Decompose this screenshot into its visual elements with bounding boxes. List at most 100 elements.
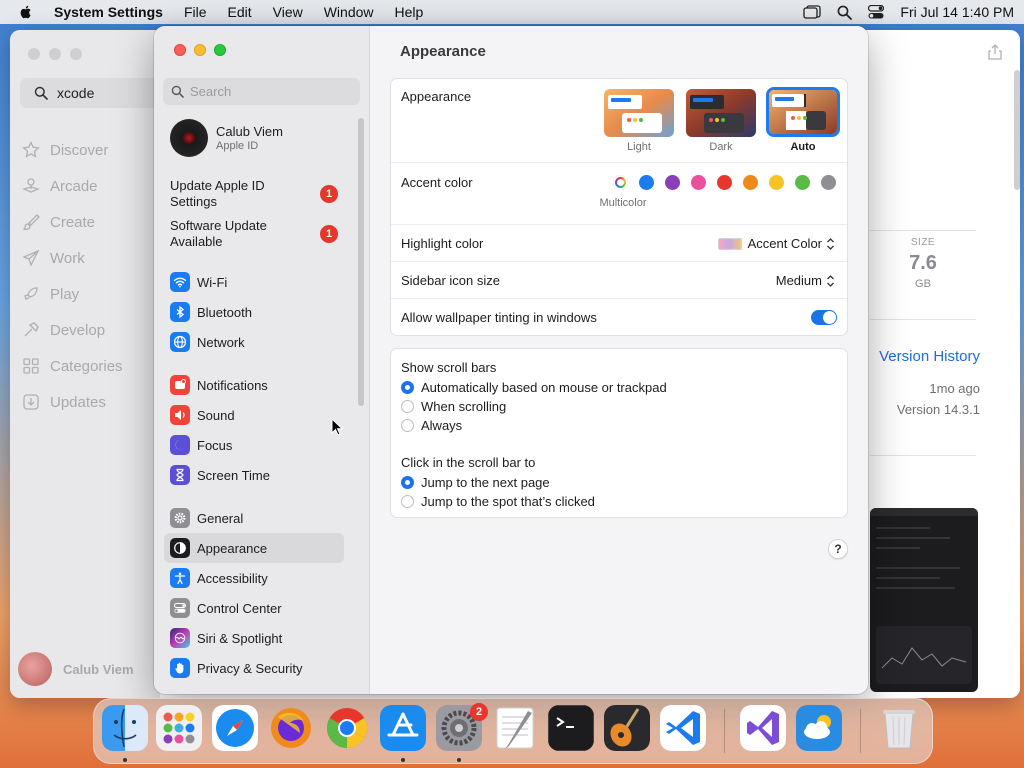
search-icon — [171, 85, 184, 98]
radio-unselected — [401, 400, 414, 413]
terminal-icon[interactable] — [548, 705, 594, 751]
app-store-nav-discover[interactable]: Discover — [22, 132, 123, 168]
sidebar-item-appearance[interactable]: Appearance — [164, 533, 344, 563]
sidebar-item-control-center[interactable]: Control Center — [164, 593, 344, 623]
safari-icon[interactable] — [212, 705, 258, 751]
notification-badge: 2 — [470, 703, 488, 721]
search-icon — [34, 86, 48, 100]
app-store-close-button[interactable] — [28, 48, 40, 60]
sidebar-icon-size-popup[interactable]: Medium — [776, 273, 835, 288]
sidebar-item-network[interactable]: Network — [164, 327, 344, 357]
sidebar-item-screen-time[interactable]: Screen Time — [164, 460, 344, 490]
app-store-nav-work[interactable]: Work — [22, 240, 123, 276]
sidebar-item-sound[interactable]: Sound — [164, 400, 344, 430]
appearance-light-label: Light — [627, 141, 651, 153]
accent-color-swatch[interactable] — [821, 175, 836, 190]
zoom-button[interactable] — [214, 44, 226, 56]
appearance-auto-thumbnail[interactable] — [766, 87, 840, 137]
finder-icon[interactable] — [102, 705, 148, 751]
update-apple-id-settings[interactable]: Update Apple ID Settings 1 — [170, 178, 340, 210]
close-button[interactable] — [174, 44, 186, 56]
app-store-zoom-button[interactable] — [70, 48, 82, 60]
app-store-nav-create[interactable]: Create — [22, 204, 123, 240]
accent-color-multicolor[interactable] — [613, 175, 628, 190]
app-store-nav-categories[interactable]: Categories — [22, 348, 123, 384]
menu-window[interactable]: Window — [324, 4, 374, 20]
firefox-icon[interactable] — [268, 705, 314, 751]
sidebar-group-notifications: Notifications Sound Focus Screen Time — [164, 370, 344, 490]
accent-color-swatch[interactable] — [743, 175, 758, 190]
appearance-dark-thumbnail[interactable] — [686, 89, 756, 137]
sidebar-item-siri-spotlight[interactable]: Siri & Spotlight — [164, 623, 344, 653]
scrollbar-option-when-scrolling[interactable]: When scrolling — [401, 399, 506, 414]
accent-color-swatch[interactable] — [691, 175, 706, 190]
sidebar-item-accessibility[interactable]: Accessibility — [164, 563, 344, 593]
sidebar-item-wifi[interactable]: Wi-Fi — [164, 267, 344, 297]
accent-color-swatch[interactable] — [639, 175, 654, 190]
accent-color-swatch[interactable] — [717, 175, 732, 190]
control-center-icon[interactable] — [868, 5, 885, 19]
garageband-icon[interactable] — [604, 705, 650, 751]
menu-app-name[interactable]: System Settings — [54, 4, 163, 20]
hourglass-icon — [170, 465, 190, 485]
speaker-icon — [170, 405, 190, 425]
trash-icon[interactable] — [876, 705, 922, 751]
menu-help[interactable]: Help — [395, 4, 424, 20]
settings-search-input[interactable]: Search — [163, 78, 360, 105]
wallpaper-tinting-toggle[interactable] — [811, 310, 837, 325]
sidebar-item-bluetooth[interactable]: Bluetooth — [164, 297, 344, 327]
accent-color-swatch[interactable] — [769, 175, 784, 190]
sidebar-item-general[interactable]: General — [164, 503, 344, 533]
highlight-color-popup[interactable]: Accent Color — [717, 236, 835, 251]
scrollbar-option-always[interactable]: Always — [401, 418, 462, 433]
app-store-search-field[interactable]: xcode — [20, 78, 170, 108]
weather-icon[interactable] — [796, 705, 842, 751]
menu-file[interactable]: File — [184, 4, 207, 20]
click-scroll-bar-label: Click in the scroll bar to — [401, 455, 536, 470]
app-store-scrollbar[interactable] — [1014, 70, 1020, 190]
app-store-nav-updates[interactable]: Updates — [22, 384, 123, 420]
accent-color-swatch[interactable] — [665, 175, 680, 190]
version-history-link[interactable]: Version History — [870, 348, 980, 365]
sidebar-item-focus[interactable]: Focus — [164, 430, 344, 460]
app-screenshot[interactable] — [870, 508, 978, 692]
dock: 2 — [93, 698, 933, 764]
menu-bar: System Settings File Edit View Window He… — [0, 0, 1024, 24]
avatar — [18, 652, 52, 686]
menu-clock[interactable]: Fri Jul 14 1:40 PM — [900, 4, 1014, 20]
menu-edit[interactable]: Edit — [228, 4, 252, 20]
sidebar-item-notifications[interactable]: Notifications — [164, 370, 344, 400]
sidebar-item-privacy-security[interactable]: Privacy & Security — [164, 653, 344, 683]
accent-color-swatch[interactable] — [795, 175, 810, 190]
click-option-spot-clicked[interactable]: Jump to the spot that’s clicked — [401, 494, 595, 509]
app-store-account[interactable]: Calub Viem — [18, 652, 134, 686]
page-title: Appearance — [400, 43, 486, 60]
textedit-icon[interactable] — [492, 705, 538, 751]
software-update-available[interactable]: Software Update Available 1 — [170, 218, 340, 250]
settings-content: Appearance Appearance Light Dark Auto Ac… — [370, 26, 868, 694]
help-button[interactable]: ? — [828, 539, 848, 559]
visual-studio-icon[interactable] — [740, 705, 786, 751]
app-store-icon[interactable] — [380, 705, 426, 751]
menu-view[interactable]: View — [273, 4, 303, 20]
app-store-nav-play[interactable]: Play — [22, 276, 123, 312]
vscode-icon[interactable] — [660, 705, 706, 751]
app-store-minimize-button[interactable] — [49, 48, 61, 60]
sidebar-scrollbar[interactable] — [358, 118, 364, 406]
highlight-swatch — [717, 237, 742, 250]
app-store-nav-arcade[interactable]: Arcade — [22, 168, 123, 204]
apple-menu-icon[interactable] — [18, 4, 34, 20]
minimize-button[interactable] — [194, 44, 206, 56]
brush-icon — [23, 214, 40, 231]
stage-manager-icon[interactable] — [803, 5, 822, 19]
chrome-icon[interactable] — [324, 705, 370, 751]
app-store-nav-develop[interactable]: Develop — [22, 312, 123, 348]
launchpad-icon[interactable] — [156, 705, 202, 751]
scroll-bars-card: Show scroll bars Automatically based on … — [390, 348, 848, 518]
appearance-light-thumbnail[interactable] — [604, 89, 674, 137]
click-option-next-page[interactable]: Jump to the next page — [401, 475, 550, 490]
spotlight-search-icon[interactable] — [837, 5, 853, 20]
apple-id-account[interactable]: Calub Viem Apple ID — [170, 119, 283, 157]
share-icon[interactable] — [988, 44, 1002, 60]
scrollbar-option-automatic[interactable]: Automatically based on mouse or trackpad — [401, 380, 667, 395]
